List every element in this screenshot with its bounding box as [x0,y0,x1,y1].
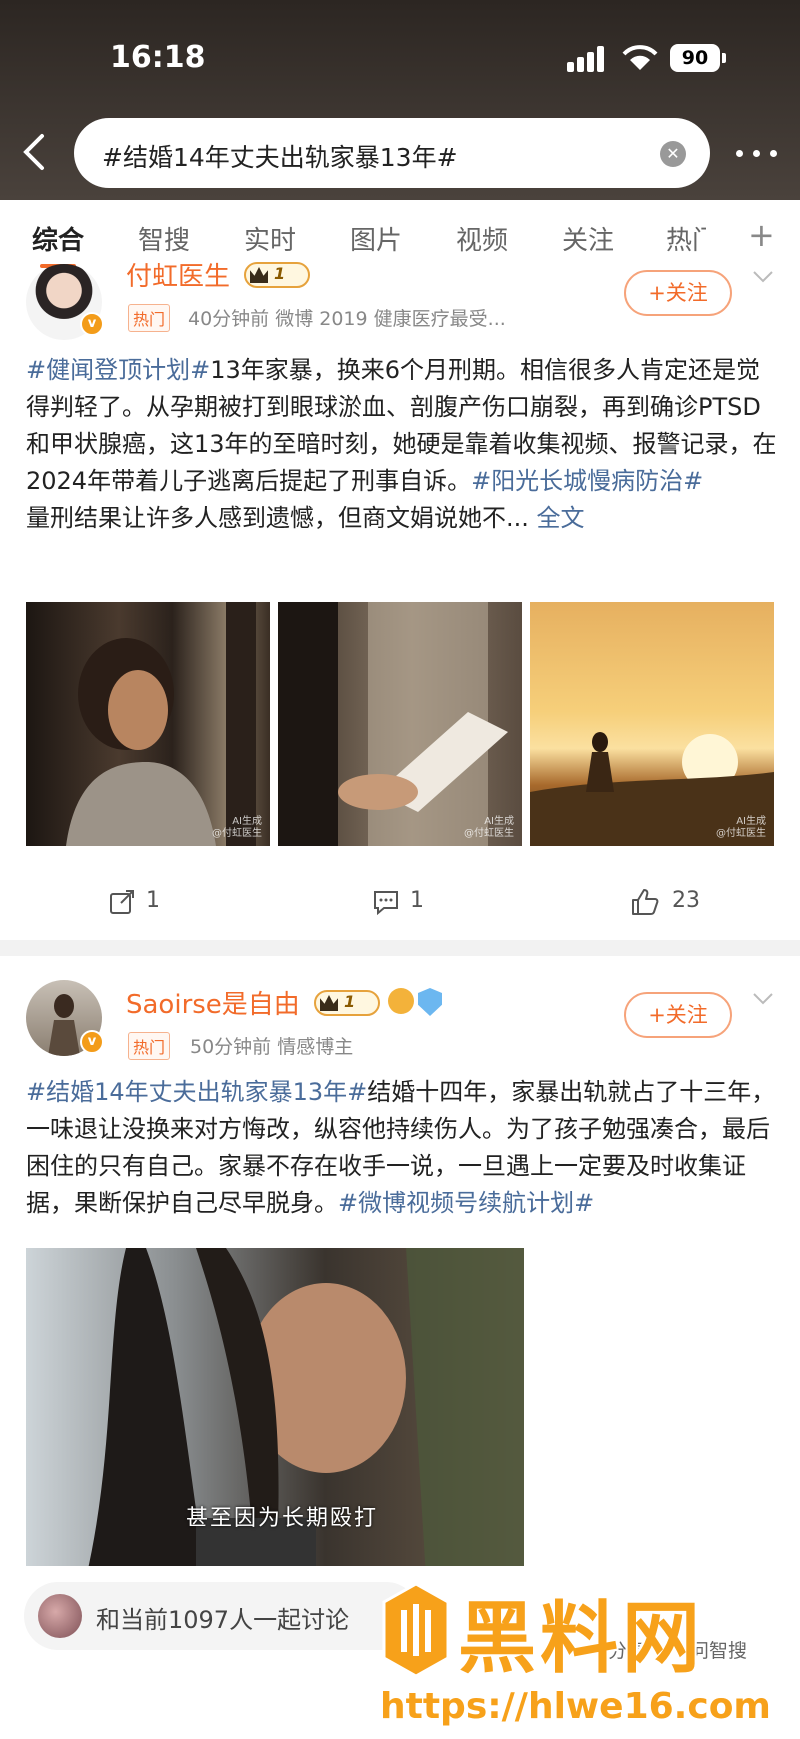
verified-badge-icon: v [80,1030,104,1054]
cellular-signal-icon [567,46,609,72]
chevron-down-icon[interactable] [752,992,774,1006]
video-caption: 甚至因为长期殴打 [186,1506,379,1531]
avatar [38,1594,82,1638]
topic-tag[interactable]: #健闻登顶计划# [26,356,210,384]
wifi-icon [622,45,658,70]
clock: 16:18 [110,40,206,75]
post-image[interactable]: AI生成 @付虹医生 [26,602,270,846]
like-button[interactable]: 23 [630,888,710,918]
image-watermark: AI生成 @付虹医生 [716,816,766,839]
like-count: 23 [672,888,700,913]
site-watermark-logo: 黑料网 https://hlwe16.com [380,1574,800,1739]
search-query[interactable]: #结婚14年丈夫出轨家暴13年# [102,138,458,174]
brand-url: https://hlwe16.com [380,1686,771,1727]
thumbs-up-icon [632,889,659,915]
post-text: #健闻登顶计划#13年家暴，换来6个月刑期。相信很多人肯定还是觉得判轻了。从孕期… [26,352,778,537]
tab-hot[interactable]: 热门 [666,220,706,257]
image-watermark: AI生成 @付虹医生 [464,816,514,839]
post-divider [0,940,800,956]
author-name[interactable]: 付虹医生 [126,256,230,293]
comment-icon [374,891,398,916]
follow-button[interactable]: +关注 [624,992,732,1038]
tab-realtime[interactable]: 实时 [244,220,296,257]
member-level-badge-icon: 1 [244,262,310,288]
image-watermark: AI生成 @付虹医生 [212,816,262,839]
topic-tag[interactable]: #微博视频号续航计划# [338,1189,594,1217]
level-number: 1 [344,992,356,1011]
verified-badge-icon: v [80,312,104,336]
level-number: 1 [274,264,286,283]
tab-images[interactable]: 图片 [350,220,402,257]
brand-emblem-icon [382,1582,450,1678]
post-meta: 40分钟前 微博 2019 健康医疗最受... [188,308,506,330]
fish-emoji-badge-icon [388,988,414,1014]
clear-search-icon[interactable]: ✕ [660,141,686,167]
author-name[interactable]: Saoirse是自由 [126,984,300,1021]
top-header: 16:18 90 #结婚14年丈夫出轨家暴13年# ✕ [0,0,800,200]
shield-badge-icon [418,988,442,1016]
repost-button[interactable]: 1 [108,888,168,918]
join-discussion-text: 和当前1097人一起讨论 [96,1606,350,1634]
more-options-icon[interactable] [734,138,780,168]
sunset-walk-illustration [530,732,774,846]
hands-document-illustration [278,602,508,846]
follow-button[interactable]: +关注 [624,270,732,316]
back-arrow-icon[interactable] [18,132,50,172]
tab-following[interactable]: 关注 [562,220,614,257]
chevron-down-icon[interactable] [752,270,774,284]
battery-icon: 90 [670,44,726,72]
join-discussion-bar[interactable]: 和当前1097人一起讨论 [24,1582,420,1650]
post-image[interactable]: AI生成 @付虹医生 [278,602,522,846]
repost-icon [110,890,134,914]
hot-badge: 热门 [128,304,171,332]
comment-button[interactable]: 1 [372,888,432,918]
tab-video[interactable]: 视频 [456,220,508,257]
post-body-continued: 量刑结果让许多人感到遗憾，但商文娟说她不... [26,504,529,532]
repost-count: 1 [146,888,160,913]
post-text: #结婚14年丈夫出轨家暴13年#结婚十四年，家暴出轨就占了十三年，一味退让没换来… [26,1074,778,1222]
post-image[interactable]: AI生成 @付虹医生 [530,602,774,846]
woman-window-illustration [66,602,256,846]
add-tab-icon[interactable]: + [748,216,775,254]
member-level-badge-icon: 1 [314,990,380,1016]
topic-tag[interactable]: #阳光长城慢病防治# [471,467,703,495]
status-bar: 16:18 90 [0,30,800,90]
search-tabs: 综合 智搜 实时 图片 视频 关注 热门 + [0,200,800,274]
post-meta: 50分钟前 情感博主 [190,1036,354,1058]
full-text-link[interactable]: 全文 [537,504,585,532]
comment-count: 1 [410,888,424,913]
tab-comprehensive[interactable]: 综合 [32,220,84,257]
hot-badge: 热门 [128,1032,171,1060]
topic-tag[interactable]: #结婚14年丈夫出轨家暴13年# [26,1078,367,1106]
post-video[interactable]: 甚至因为长期殴打 [26,1248,524,1578]
tab-smart-search[interactable]: 智搜 [138,220,190,257]
brand-name: 黑料网 [458,1594,705,1684]
search-bar[interactable]: #结婚14年丈夫出轨家暴13年# ✕ [74,118,710,188]
